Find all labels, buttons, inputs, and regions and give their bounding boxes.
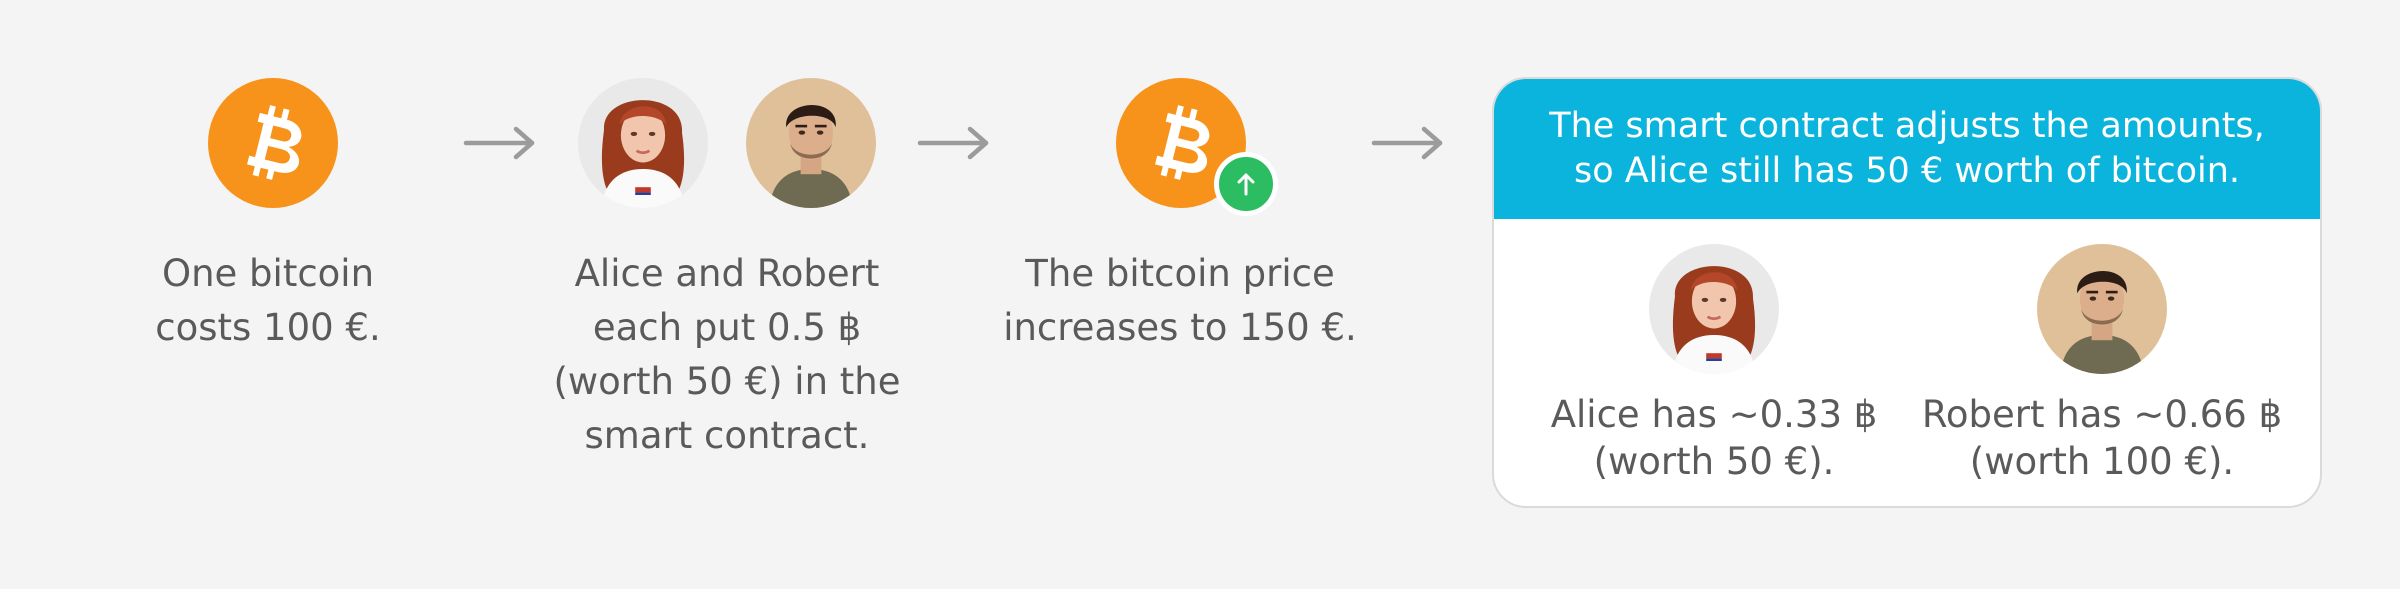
arrow-right-icon	[916, 123, 992, 163]
caption-line: Alice and Robert	[574, 252, 880, 295]
caption-line: smart contract.	[584, 414, 870, 457]
bitcoin-icon	[208, 78, 338, 208]
step-2-caption: Alice and Robert each put 0.5 ฿ (worth 5…	[520, 247, 934, 463]
result-line: (worth 50 €).	[1593, 440, 1835, 483]
caption-line: costs 100 €.	[155, 306, 381, 349]
arrow-right-icon	[1370, 123, 1446, 163]
caption-line: One bitcoin	[161, 252, 375, 295]
caption-line: increases to 150 €.	[1003, 306, 1357, 349]
robert-avatar	[746, 78, 876, 208]
alice-avatar	[578, 78, 708, 208]
price-up-icon	[1214, 152, 1278, 216]
alice-result: Alice has ~0.33 ฿ (worth 50 €).	[1524, 391, 1904, 485]
robert-avatar	[2037, 244, 2167, 374]
robert-result: Robert has ~0.66 ฿ (worth 100 €).	[1904, 391, 2300, 485]
caption-line: The bitcoin price	[1025, 252, 1335, 295]
header-line: so Alice still has 50 € worth of bitcoin…	[1573, 151, 2241, 191]
panel-header: The smart contract adjusts the amounts, …	[1494, 79, 2320, 219]
result-line: Robert has ~0.66 ฿	[1921, 393, 2283, 436]
caption-line: (worth 50 €) in the	[553, 360, 901, 403]
result-line: Alice has ~0.33 ฿	[1550, 393, 1878, 436]
step-3-caption: The bitcoin price increases to 150 €.	[990, 247, 1370, 355]
arrow-right-icon	[462, 123, 538, 163]
result-line: (worth 100 €).	[1969, 440, 2235, 483]
result-panel: The smart contract adjusts the amounts, …	[1492, 77, 2322, 508]
step-1-caption: One bitcoin costs 100 €.	[110, 247, 426, 355]
caption-line: each put 0.5 ฿	[592, 306, 862, 349]
header-line: The smart contract adjusts the amounts,	[1549, 106, 2265, 146]
alice-avatar	[1649, 244, 1779, 374]
